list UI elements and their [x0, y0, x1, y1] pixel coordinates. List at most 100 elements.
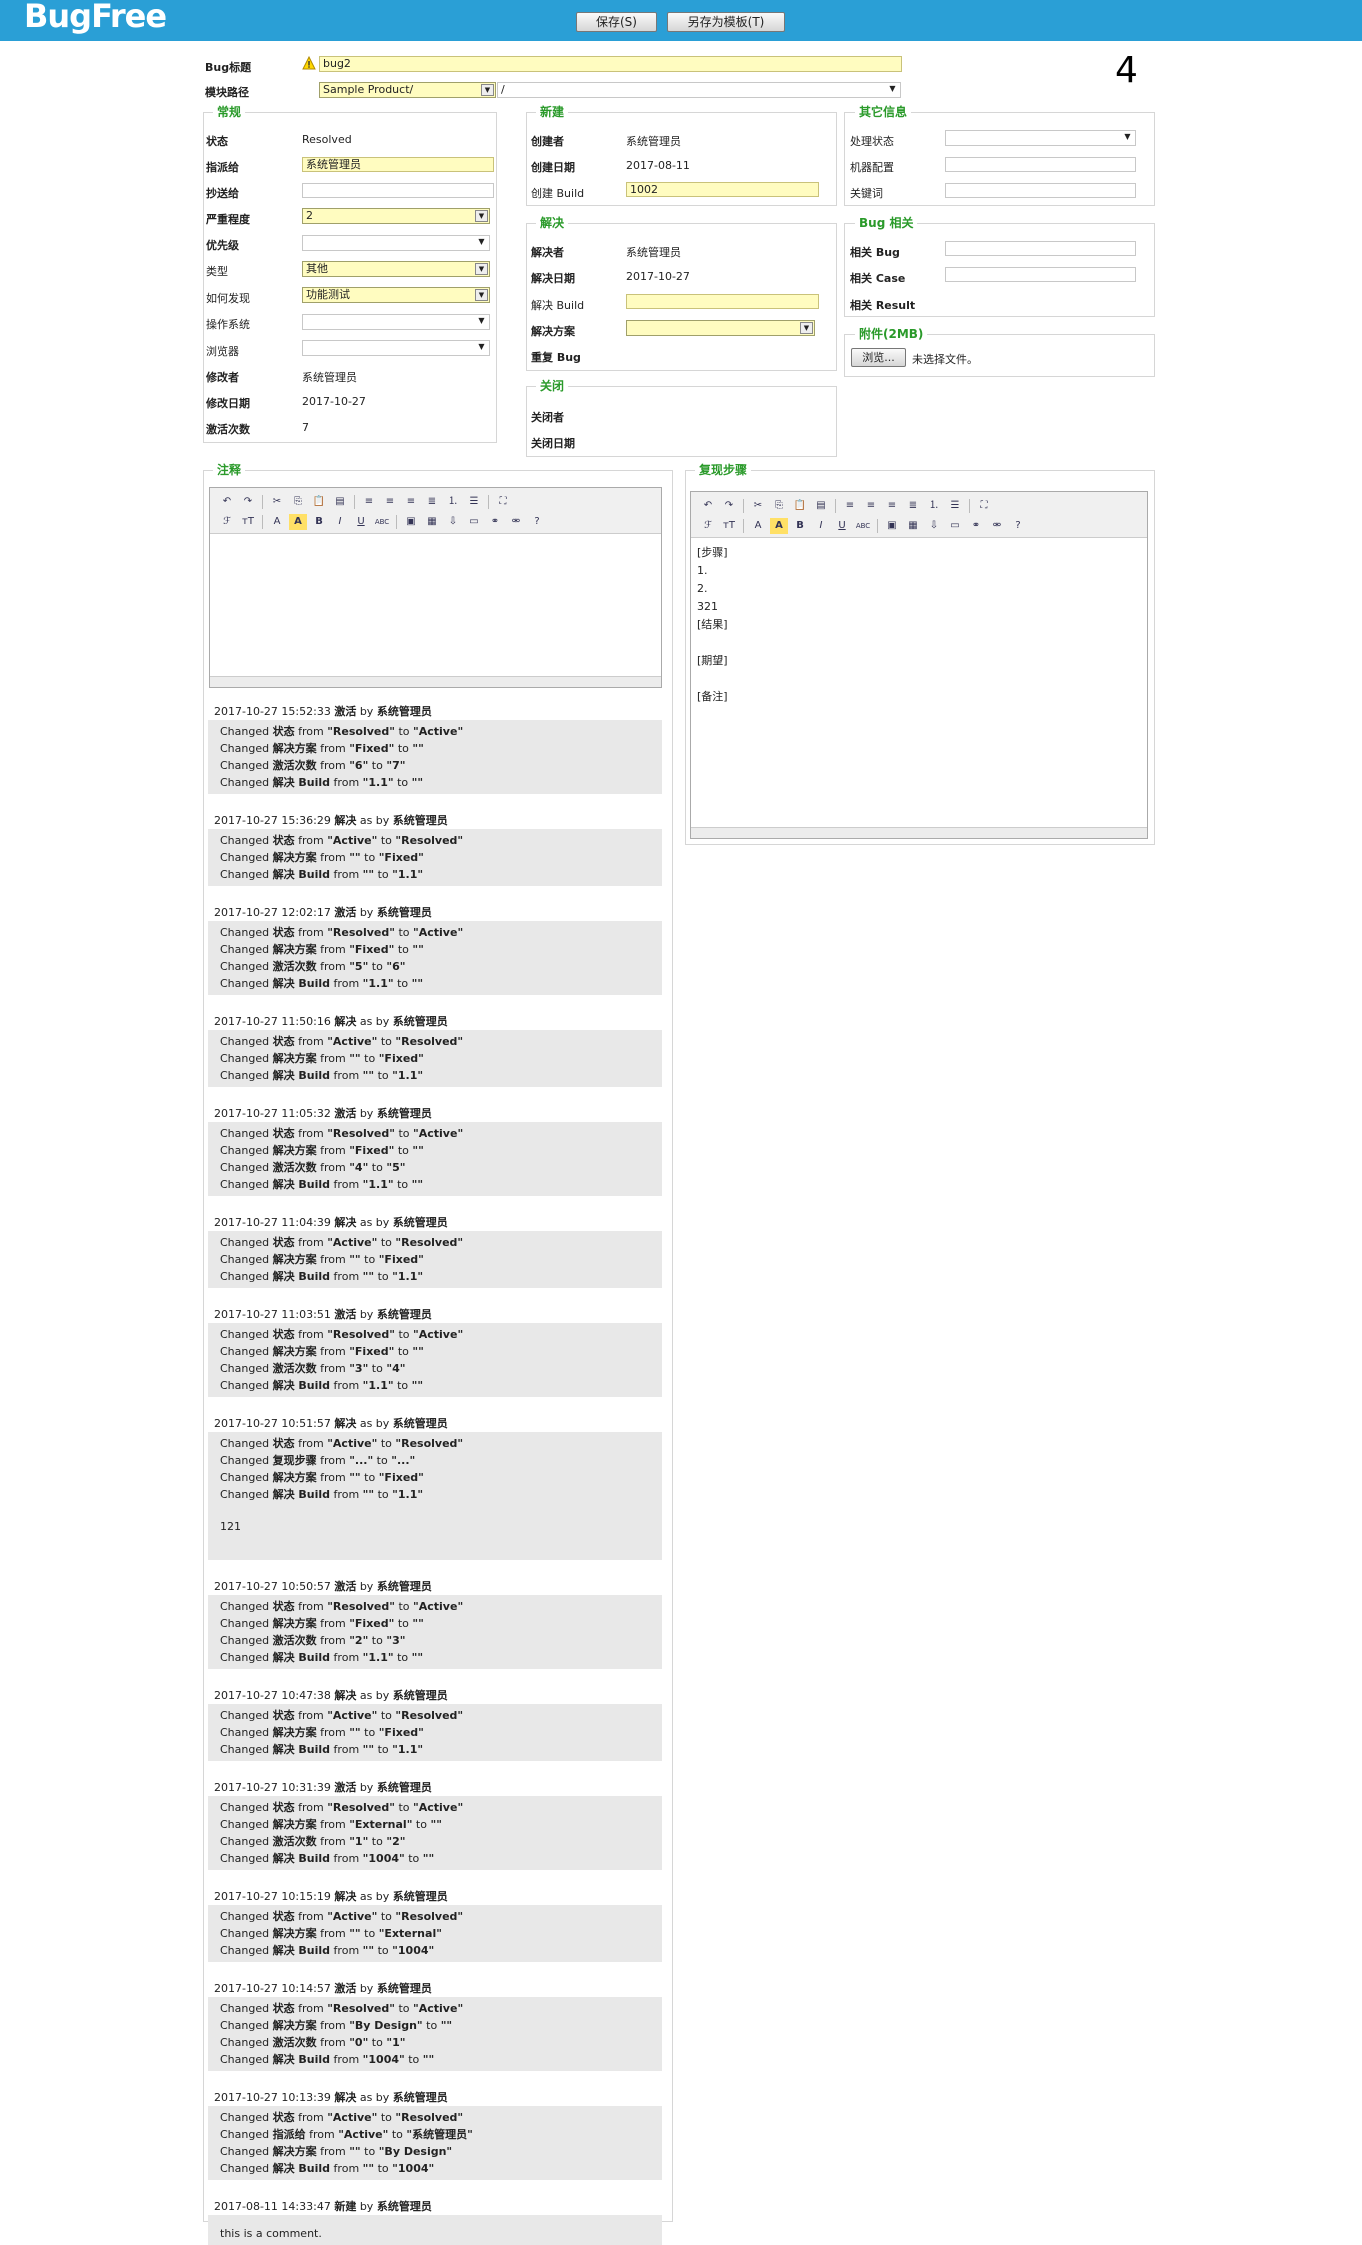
font-size-icon[interactable]: тT: [720, 518, 738, 534]
history-entry-header: 2017-08-11 14:33:47 新建 by 系统管理员: [214, 2200, 432, 2213]
image-icon[interactable]: ▣: [402, 514, 420, 530]
modify-date-value: 2017-10-27: [302, 395, 366, 408]
underline-icon[interactable]: U: [352, 514, 370, 530]
link-icon[interactable]: ⚭: [967, 518, 985, 534]
history-change-line: Changed 解决方案 from "Fixed" to "": [220, 1617, 424, 1630]
chevron-down-icon: ▼: [889, 84, 896, 93]
resolve-build-input[interactable]: [626, 294, 819, 309]
os-label: 操作系统: [206, 318, 250, 331]
copy-icon[interactable]: ⎘: [770, 498, 788, 514]
align-center-icon[interactable]: ≡: [381, 494, 399, 510]
highlight-icon[interactable]: A: [289, 514, 307, 530]
history-change-line: Changed 解决 Build from "" to "1004": [220, 2162, 435, 2175]
create-build-input[interactable]: 1002: [626, 182, 819, 197]
italic-icon[interactable]: I: [331, 514, 349, 530]
related-bug-input[interactable]: [945, 241, 1136, 256]
font-family-icon[interactable]: ℱ: [218, 514, 236, 530]
redo-icon[interactable]: ↷: [720, 498, 738, 514]
ordered-list-icon[interactable]: ⒈: [444, 494, 462, 510]
os-select[interactable]: ▼: [302, 314, 490, 330]
history-change-line: Changed 状态 from "Active" to "Resolved": [220, 1236, 464, 1249]
strikethrough-icon[interactable]: ABC: [854, 518, 872, 534]
align-right-icon[interactable]: ≡: [883, 498, 901, 514]
cut-icon[interactable]: ✂: [749, 498, 767, 514]
font-family-icon[interactable]: ℱ: [699, 518, 717, 534]
highlight-icon[interactable]: A: [770, 518, 788, 534]
product-select[interactable]: Sample Product/ ▼: [319, 82, 496, 98]
browse-button[interactable]: 浏览...: [851, 348, 906, 367]
severity-select[interactable]: 2 ▼: [302, 208, 490, 224]
unordered-list-icon[interactable]: ☰: [946, 498, 964, 514]
align-center-icon[interactable]: ≡: [862, 498, 880, 514]
close-date-label: 关闭日期: [531, 437, 575, 450]
link-icon[interactable]: ⚭: [486, 514, 504, 530]
repro-steps-editor[interactable]: ↶ ↷ ✂ ⎘ 📋 ▤ ≡ ≡ ≡ ≣ ⒈ ☰ ⛶ ℱтT A A B I U ABC ▣ ▦ ⇩ ▭ ⚭ ⚮? [步…: [690, 491, 1148, 839]
table-icon[interactable]: ▦: [423, 514, 441, 530]
bug-related-legend: Bug 相关: [855, 216, 918, 230]
font-color-icon[interactable]: A: [749, 518, 767, 534]
history-change-line: Changed 解决方案 from "Fixed" to "": [220, 943, 424, 956]
help-icon[interactable]: ?: [1009, 518, 1027, 534]
fullscreen-icon[interactable]: ⛶: [494, 494, 512, 510]
history-entry-details: Changed 状态 from "Active" to "Resolved" Ch…: [208, 1231, 662, 1288]
keyword-input[interactable]: [945, 183, 1136, 198]
strikethrough-icon[interactable]: ABC: [373, 514, 391, 530]
copy-icon[interactable]: ⎘: [289, 494, 307, 510]
cc-input[interactable]: [302, 183, 494, 198]
save-button[interactable]: 保存(S): [576, 12, 657, 32]
title-label: Bug标题: [205, 61, 252, 74]
repro-steps-text[interactable]: [步骤] 1. 2. 321 [结果] [期望] [备注]: [697, 544, 728, 706]
code-icon[interactable]: ▭: [946, 518, 964, 534]
font-size-icon[interactable]: тT: [239, 514, 257, 530]
module-select[interactable]: / ▼: [497, 82, 901, 98]
paste-icon[interactable]: 📋: [310, 494, 328, 510]
browser-select[interactable]: ▼: [302, 340, 490, 356]
history-change-line: Changed 解决方案 from "" to "External": [220, 1927, 442, 1940]
history-change-line: Changed 解决方案 from "" to "Fixed": [220, 851, 424, 864]
cut-icon[interactable]: ✂: [268, 494, 286, 510]
machine-config-input[interactable]: [945, 157, 1136, 172]
priority-select[interactable]: ▼: [302, 235, 490, 251]
align-left-icon[interactable]: ≡: [360, 494, 378, 510]
justify-icon[interactable]: ≣: [904, 498, 922, 514]
paste-icon[interactable]: 📋: [791, 498, 809, 514]
save-as-template-button[interactable]: 另存为模板(T): [667, 12, 785, 32]
closed-legend: 关闭: [536, 379, 569, 393]
related-case-input[interactable]: [945, 267, 1136, 282]
italic-icon[interactable]: I: [812, 518, 830, 534]
undo-icon[interactable]: ↶: [699, 498, 717, 514]
help-icon[interactable]: ?: [528, 514, 546, 530]
comment-toolbar: ↶ ↷ ✂ ⎘ 📋 ▤ ≡ ≡ ≡ ≣ ⒈ ☰ ⛶ ℱтT A A B I U ABC ▣ ▦ ⇩ ▭ ⚭ ⚮?: [210, 488, 661, 534]
history-change-line: Changed 解决 Build from "1004" to "": [220, 2053, 435, 2066]
underline-icon[interactable]: U: [833, 518, 851, 534]
code-icon[interactable]: ▭: [465, 514, 483, 530]
undo-icon[interactable]: ↶: [218, 494, 236, 510]
creator-label: 创建者: [531, 135, 564, 148]
unlink-icon[interactable]: ⚮: [507, 514, 525, 530]
insert-icon[interactable]: ⇩: [925, 518, 943, 534]
align-left-icon[interactable]: ≡: [841, 498, 859, 514]
align-right-icon[interactable]: ≡: [402, 494, 420, 510]
history-change-line: Changed 状态 from "Active" to "Resolved": [220, 834, 464, 847]
comment-editor[interactable]: ↶ ↷ ✂ ⎘ 📋 ▤ ≡ ≡ ≡ ≣ ⒈ ☰ ⛶ ℱтT A A B I U ABC ▣ ▦ ⇩ ▭ ⚭ ⚮?: [209, 487, 662, 688]
how-found-select[interactable]: 功能测试 ▼: [302, 287, 490, 303]
redo-icon[interactable]: ↷: [239, 494, 257, 510]
justify-icon[interactable]: ≣: [423, 494, 441, 510]
paste-text-icon[interactable]: ▤: [331, 494, 349, 510]
paste-text-icon[interactable]: ▤: [812, 498, 830, 514]
fullscreen-icon[interactable]: ⛶: [975, 498, 993, 514]
assign-input[interactable]: 系统管理员: [302, 157, 494, 172]
ordered-list-icon[interactable]: ⒈: [925, 498, 943, 514]
table-icon[interactable]: ▦: [904, 518, 922, 534]
font-color-icon[interactable]: A: [268, 514, 286, 530]
bold-icon[interactable]: B: [791, 518, 809, 534]
image-icon[interactable]: ▣: [883, 518, 901, 534]
handle-status-select[interactable]: ▼: [945, 130, 1136, 146]
bold-icon[interactable]: B: [310, 514, 328, 530]
unlink-icon[interactable]: ⚮: [988, 518, 1006, 534]
unordered-list-icon[interactable]: ☰: [465, 494, 483, 510]
type-select[interactable]: 其他 ▼: [302, 261, 490, 277]
solution-select[interactable]: ▼: [626, 320, 815, 336]
title-input[interactable]: bug2: [319, 56, 902, 72]
insert-icon[interactable]: ⇩: [444, 514, 462, 530]
